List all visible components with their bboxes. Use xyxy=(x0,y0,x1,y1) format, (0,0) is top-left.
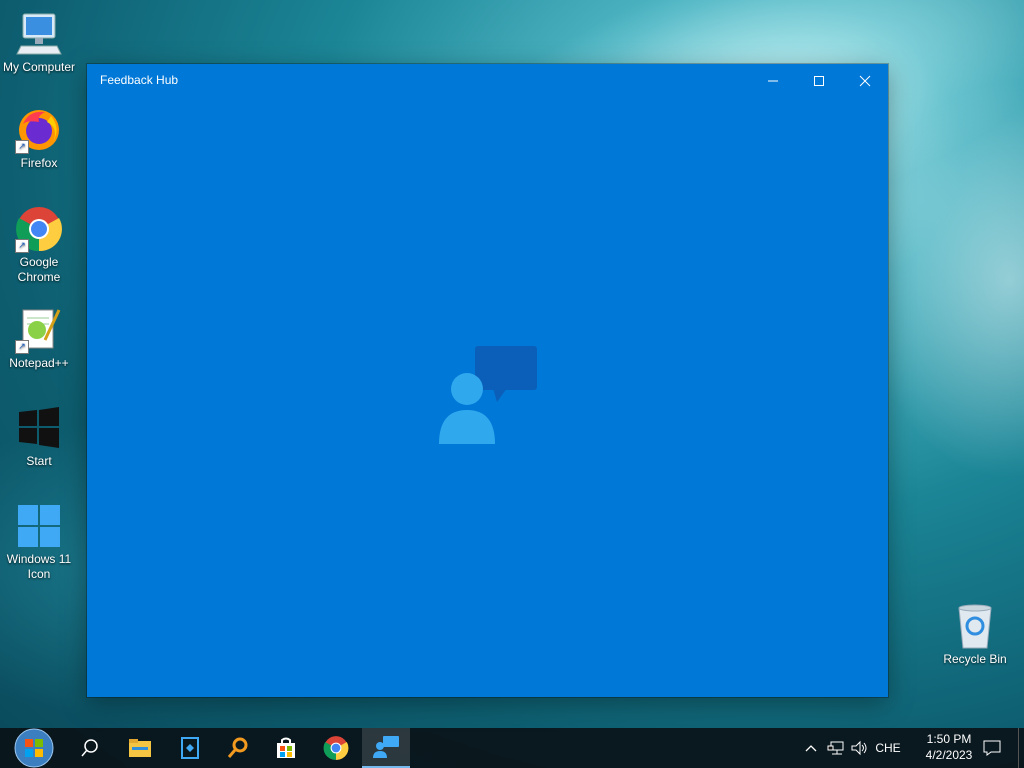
desktop-icon-label: Notepad++ xyxy=(9,356,69,370)
search-icon xyxy=(81,739,98,757)
minimize-icon xyxy=(768,80,778,81)
start-button[interactable] xyxy=(8,728,60,768)
minimize-button[interactable] xyxy=(750,64,796,97)
taskbar-search-tool[interactable] xyxy=(214,728,262,768)
windows-11-logo-icon xyxy=(15,502,63,550)
action-center-button[interactable] xyxy=(978,728,1006,768)
desktop-icon-my-computer[interactable]: My Computer xyxy=(0,10,78,75)
show-hidden-icons-button[interactable] xyxy=(802,728,820,768)
feedback-hub-logo-icon xyxy=(437,344,541,453)
search-tool-icon xyxy=(227,737,248,758)
store-icon xyxy=(277,737,295,758)
desktop-icon-label: Windows 11 Icon xyxy=(6,552,72,581)
recycle-bin-icon xyxy=(951,602,999,650)
clock-date: 4/2/2023 xyxy=(925,748,973,762)
file-explorer-icon xyxy=(129,739,151,757)
notepad-plus-plus-icon: ↗ xyxy=(15,306,63,354)
window-title: Feedback Hub xyxy=(100,73,179,87)
network-status-button[interactable] xyxy=(824,728,848,768)
desktop-icon-label: Recycle Bin xyxy=(943,652,1007,666)
desktop-icon-label: Firefox xyxy=(20,156,58,170)
desktop-icon-windows-11[interactable]: Windows 11 Icon xyxy=(0,502,78,582)
computer-icon xyxy=(15,10,63,58)
taskbar-clock[interactable]: 1:50 PM 4/2/2023 xyxy=(914,731,984,763)
taskbar-file-explorer[interactable] xyxy=(116,728,164,768)
clock-time: 1:50 PM xyxy=(926,732,972,746)
maximize-icon xyxy=(814,75,824,86)
taskbar-chrome[interactable] xyxy=(312,728,360,768)
desktop-icon-start[interactable]: Start xyxy=(0,404,78,469)
desktop-icon-label: Google Chrome xyxy=(17,255,61,284)
feedback-hub-window[interactable]: Feedback Hub xyxy=(87,64,888,697)
shortcut-arrow-icon: ↗ xyxy=(15,140,29,154)
show-desktop-button[interactable] xyxy=(1018,728,1024,768)
desktop-icon-label: Start xyxy=(26,454,52,468)
desktop-icon-google-chrome[interactable]: ↗ Google Chrome xyxy=(0,205,78,285)
close-icon xyxy=(859,75,871,86)
feedback-app-icon xyxy=(181,737,199,759)
desktop-icon-recycle-bin[interactable]: Recycle Bin xyxy=(936,602,1014,667)
taskbar-feedback-hub[interactable] xyxy=(362,728,410,768)
language-label: CHE xyxy=(875,741,901,755)
shortcut-arrow-icon: ↗ xyxy=(15,340,29,354)
network-icon xyxy=(827,741,844,755)
close-button[interactable] xyxy=(842,64,888,97)
volume-button[interactable] xyxy=(848,728,870,768)
chrome-icon xyxy=(323,736,349,760)
chevron-up-icon xyxy=(805,745,817,752)
desktop-icon-notepad-plus-plus[interactable]: ↗ Notepad++ xyxy=(0,306,78,371)
window-titlebar[interactable]: Feedback Hub xyxy=(87,64,888,97)
desktop-icon-label: My Computer xyxy=(2,60,76,74)
maximize-button[interactable] xyxy=(796,64,842,97)
desktop-icon-firefox[interactable]: ↗ Firefox xyxy=(0,106,78,171)
notification-icon xyxy=(983,740,1001,756)
shortcut-arrow-icon: ↗ xyxy=(15,239,29,253)
taskbar-search-button[interactable] xyxy=(66,728,114,768)
feedback-hub-icon xyxy=(373,736,399,758)
taskbar-store[interactable] xyxy=(262,728,310,768)
taskbar-feedback-app[interactable] xyxy=(166,728,214,768)
chrome-icon: ↗ xyxy=(15,205,63,253)
start-orb-icon xyxy=(14,728,54,768)
speaker-icon xyxy=(851,740,867,756)
input-language-indicator[interactable]: CHE xyxy=(872,728,904,768)
firefox-icon: ↗ xyxy=(15,106,63,154)
windows-logo-icon xyxy=(15,404,63,452)
taskbar: CHE 1:50 PM 4/2/2023 xyxy=(0,728,1024,768)
